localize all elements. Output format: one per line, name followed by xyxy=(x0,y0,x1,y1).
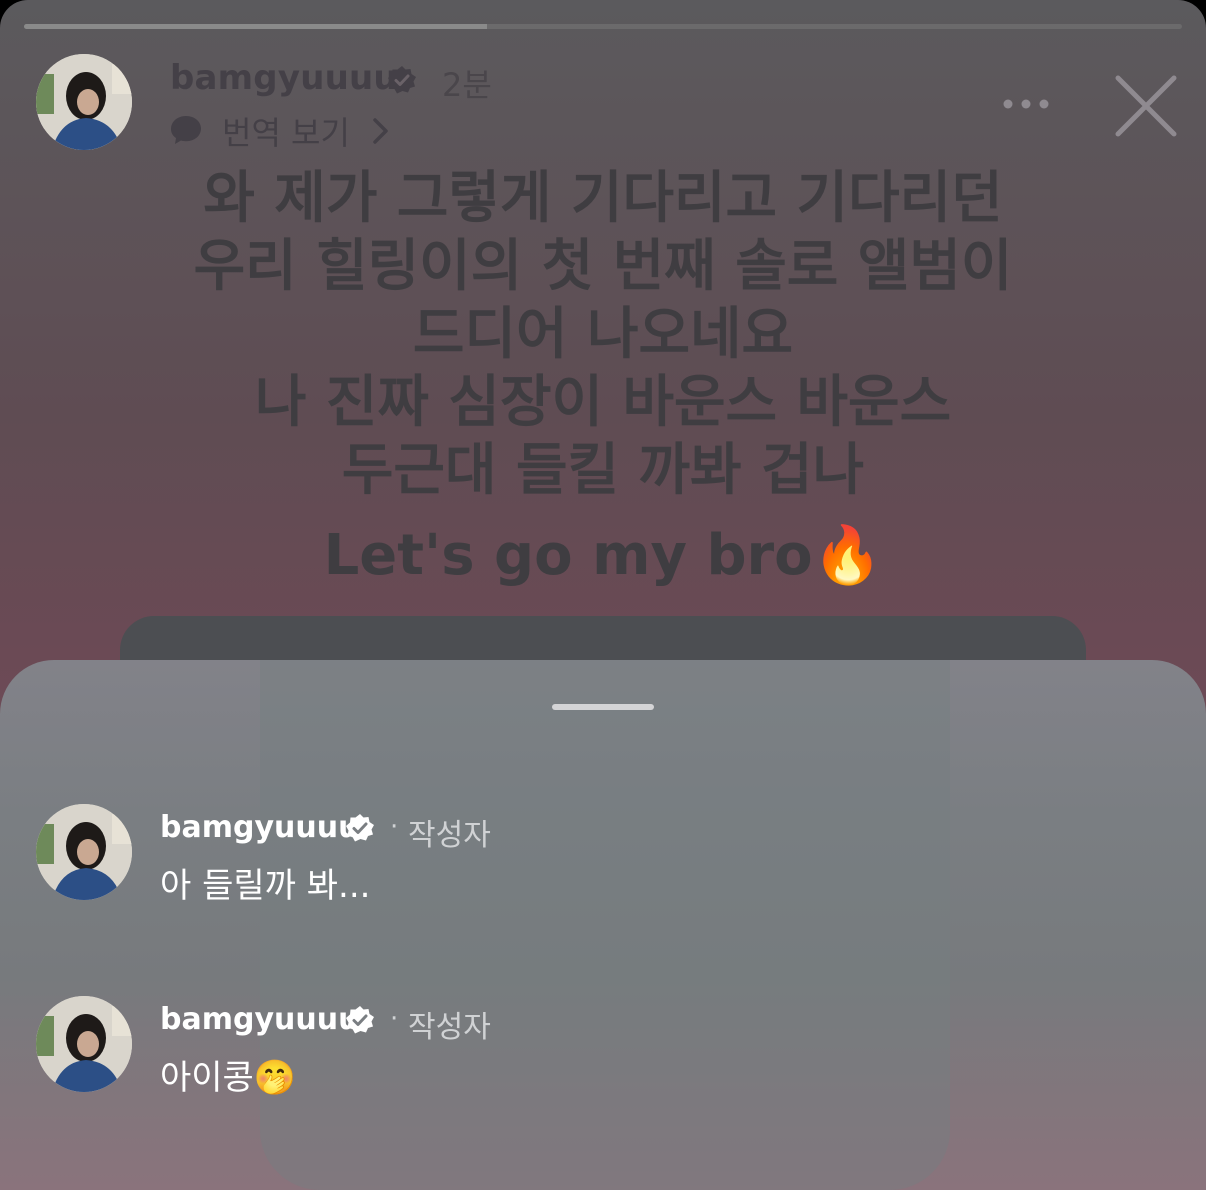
story-progress-bar xyxy=(24,24,1182,29)
author-label: 작성자 xyxy=(408,818,491,853)
chevron-right-icon xyxy=(373,118,388,144)
comment-separator: · xyxy=(390,812,399,842)
close-icon[interactable] xyxy=(1112,72,1180,140)
avatar[interactable] xyxy=(36,804,132,900)
story-timestamp: 2분 xyxy=(442,66,492,104)
comment-text: 아 들릴까 봐... xyxy=(160,866,371,906)
story-progress-fill xyxy=(24,24,488,29)
story-tagline-text: Let's go my bro xyxy=(323,523,813,588)
comment-item: bamgyuuuu · 작성자 아이콩🤭 xyxy=(0,996,1206,1106)
speech-bubble-icon xyxy=(171,116,201,144)
replies-sheet xyxy=(0,660,1206,1190)
story-caption-line: 두근대 들킬 까봐 겁나 xyxy=(341,438,865,503)
story-caption: 와 제가 그렇게 기다리고 기다리던 우리 힐링이의 첫 번째 솔로 앨범이 드… xyxy=(0,165,1206,505)
verified-badge-icon xyxy=(388,66,416,94)
story-caption-line: 나 진짜 심장이 바운스 바운스 xyxy=(254,370,952,435)
avatar[interactable] xyxy=(36,54,132,150)
story-caption-line: 우리 힐링이의 첫 번째 솔로 앨범이 xyxy=(193,234,1013,299)
comment-text: 아이콩🤭 xyxy=(160,1050,296,1099)
comment-username[interactable]: bamgyuuuu xyxy=(160,810,359,845)
translate-link[interactable]: 번역 보기 xyxy=(222,108,350,154)
face-with-hand-over-mouth-emoji-icon: 🤭 xyxy=(253,1058,297,1098)
comment-username[interactable]: bamgyuuuu xyxy=(160,1002,359,1037)
story-tagline: Let's go my bro🔥 xyxy=(0,522,1206,588)
verified-badge-icon xyxy=(346,814,374,842)
story-caption-line: 드디어 나오네요 xyxy=(412,302,794,367)
comment-text-body: 아이콩 xyxy=(160,1058,254,1098)
story-caption-line: 와 제가 그렇게 기다리고 기다리던 xyxy=(203,166,1003,231)
author-label: 작성자 xyxy=(408,1010,491,1045)
verified-badge-icon xyxy=(346,1006,374,1034)
sheet-glow xyxy=(260,660,950,1190)
comment-separator: · xyxy=(390,1004,399,1034)
sheet-drag-handle[interactable] xyxy=(552,704,654,710)
fire-emoji-icon: 🔥 xyxy=(812,523,883,588)
story-username[interactable]: bamgyuuuu xyxy=(170,58,398,98)
more-horizontal-icon[interactable] xyxy=(1000,88,1052,120)
avatar[interactable] xyxy=(36,996,132,1092)
comment-item: bamgyuuuu · 작성자 아 들릴까 봐... xyxy=(0,804,1206,914)
